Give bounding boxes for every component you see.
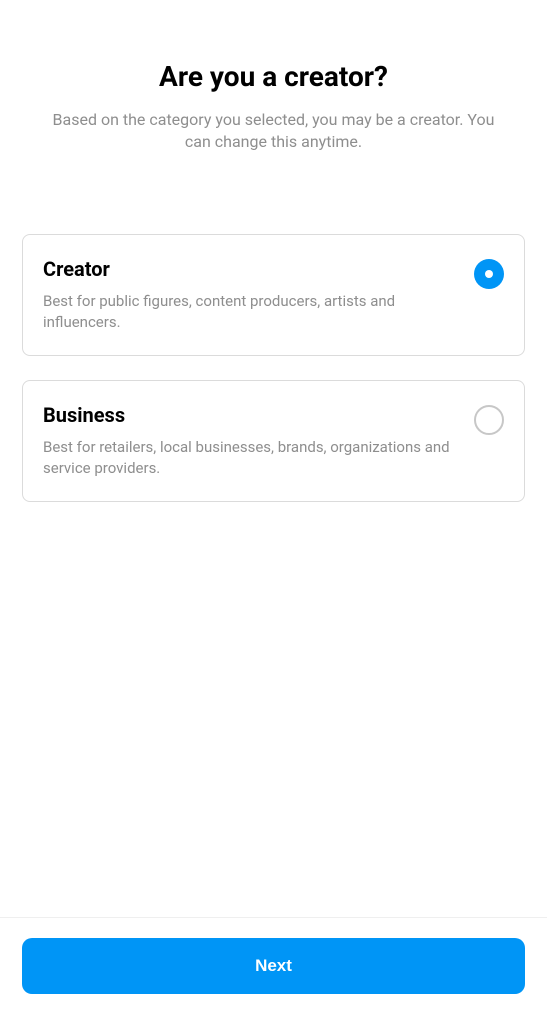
- option-content: Business Best for retailers, local busin…: [43, 403, 474, 479]
- radio-unselected-icon[interactable]: [474, 405, 504, 435]
- option-description: Best for retailers, local businesses, br…: [43, 437, 454, 479]
- header: Are you a creator? Based on the category…: [22, 0, 525, 184]
- page-subtitle: Based on the category you selected, you …: [22, 109, 525, 154]
- option-title: Creator: [43, 257, 454, 281]
- radio-selected-icon[interactable]: [474, 259, 504, 289]
- option-description: Best for public figures, content produce…: [43, 291, 454, 333]
- footer: Next: [0, 917, 547, 1024]
- option-content: Creator Best for public figures, content…: [43, 257, 474, 333]
- next-button[interactable]: Next: [22, 938, 525, 994]
- option-business[interactable]: Business Best for retailers, local busin…: [22, 380, 525, 502]
- option-creator[interactable]: Creator Best for public figures, content…: [22, 234, 525, 356]
- options-list: Creator Best for public figures, content…: [22, 234, 525, 502]
- option-title: Business: [43, 403, 454, 427]
- page-title: Are you a creator?: [22, 60, 525, 93]
